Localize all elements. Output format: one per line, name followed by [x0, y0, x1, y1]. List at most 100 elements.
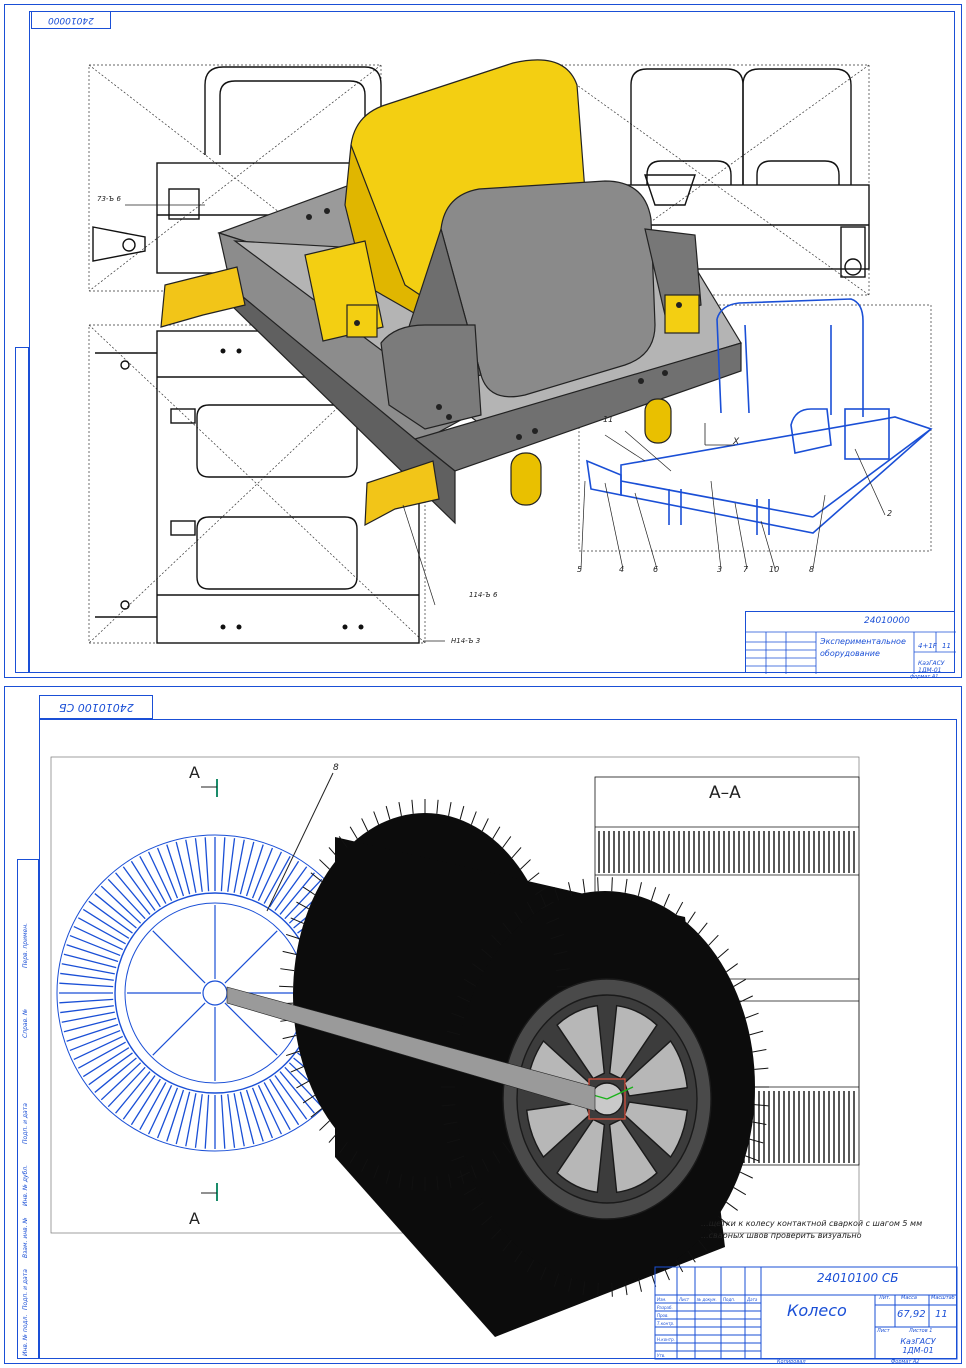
position-number: 2	[887, 509, 893, 518]
stamp-row-label: Н.контр.	[657, 1337, 675, 1342]
stamp-sheets-label: Листов 1	[909, 1328, 933, 1334]
bristle	[245, 1089, 264, 1142]
stamp-row-label: Дата	[747, 1297, 758, 1302]
bristle-tip	[448, 802, 452, 817]
bristle-tip	[436, 799, 439, 814]
bristle	[107, 878, 146, 920]
bristle	[204, 837, 210, 892]
stamp-row-label: Пров.	[657, 1313, 669, 1318]
stamp-row-label: Т.контр.	[657, 1321, 675, 1326]
bristle-tip	[597, 877, 599, 892]
bristle-tip	[745, 1012, 759, 1019]
stamp-row-label: Изм.	[657, 1297, 667, 1302]
stamp-row-label: Лист	[679, 1297, 690, 1302]
stamp-row-label: Разраб.	[657, 1305, 673, 1310]
stamp-sheet-label: Лист	[877, 1328, 890, 1334]
bristle-tip	[650, 887, 657, 901]
bristle-tip	[279, 985, 294, 988]
section-mark-top: А	[189, 763, 200, 782]
bristle-tip	[637, 882, 642, 897]
bristle-tip	[754, 1067, 769, 1070]
spoke	[152, 1002, 206, 1056]
stamp-scale-label: Масштаб	[931, 1295, 955, 1301]
bristle	[66, 1023, 119, 1042]
bristle-tip	[698, 922, 708, 935]
position-number: 7	[743, 565, 749, 574]
bristle-tip	[302, 1094, 316, 1104]
sheet-1-stamp-grid	[746, 631, 956, 674]
stamp-row-label: Подп.	[723, 1297, 736, 1302]
wheel-disc	[502, 978, 712, 1220]
bristle	[245, 844, 264, 897]
note-weld-1: 73-Ъ 6	[97, 195, 121, 203]
sheet-2-drawing	[50, 756, 958, 1360]
position-number: 3	[717, 565, 723, 574]
bristle-tip	[582, 878, 586, 893]
bristle	[220, 837, 226, 892]
bristle	[100, 1062, 142, 1101]
drawing-sheet-1: 24010000 X 73-Ъ 6 114-Ъ 6 Н14-Ъ 3 5 4 6 …	[4, 4, 962, 680]
bristle-tip	[611, 1282, 613, 1297]
bristle-tip	[511, 847, 522, 859]
bristle-tip	[398, 802, 402, 817]
bristle	[107, 1066, 146, 1108]
bristle-tip	[527, 872, 540, 882]
axis-triad	[704, 423, 735, 446]
bristle-tip	[597, 1282, 599, 1297]
spoke	[152, 930, 206, 984]
note-weld-2: 114-Ъ 6	[469, 591, 498, 599]
bristle	[194, 838, 203, 892]
bristle	[59, 982, 114, 988]
bristle-tip	[280, 968, 295, 972]
stamp-org: КазГАСУ 1ДМ-01	[900, 1337, 936, 1355]
bristle-tip	[708, 934, 719, 946]
stamp-format: Формат А2	[891, 1359, 920, 1365]
bristle	[227, 838, 236, 892]
bristle	[166, 844, 185, 897]
stamp-lit-label: Лит.	[879, 1295, 891, 1301]
bristle	[194, 1094, 203, 1148]
bristle-tip	[749, 1138, 764, 1144]
bristle	[60, 972, 114, 981]
bristle-tip	[745, 1155, 759, 1162]
section-mark-bottom: А	[189, 1209, 200, 1228]
sheet-1-format: формат А1	[910, 674, 939, 680]
bristle-tip	[310, 1108, 323, 1118]
bristle-tip	[733, 1187, 747, 1196]
bristle-tip	[752, 1049, 767, 1053]
bristle-tip	[349, 826, 358, 840]
stamp-mass: 67,92	[897, 1309, 926, 1320]
bristle-tip	[663, 893, 670, 907]
bristle-tip	[470, 811, 477, 825]
position-number: 8	[809, 565, 815, 574]
position-number: 11	[603, 415, 614, 424]
position-number: 6	[653, 565, 659, 574]
bristle-tip	[687, 911, 696, 924]
bristle-tip	[373, 811, 380, 825]
bristle-tip	[749, 1030, 764, 1036]
bristle-tip	[385, 805, 391, 820]
stamp-title: Колесо	[787, 1301, 847, 1320]
bristle	[66, 944, 119, 963]
bristle-tip	[502, 836, 512, 849]
axis-x-label: X	[733, 437, 740, 447]
bristle-tip	[459, 805, 465, 820]
stamp-mass-label: Масса	[901, 1295, 917, 1301]
note-weld-3: Н14-Ъ 3	[451, 637, 481, 645]
bristle-tip	[361, 818, 369, 832]
bristle-tip	[319, 1120, 330, 1131]
bristle-tip	[739, 1171, 753, 1179]
bristle-tip	[411, 799, 414, 814]
bristle-tip	[310, 872, 323, 882]
bristle-tip	[754, 1104, 769, 1107]
leader-position-8: 8	[333, 763, 339, 773]
spoke	[224, 930, 278, 984]
bristle-tip	[717, 948, 729, 959]
sheet-1-drawing	[88, 59, 933, 644]
bristle-tip	[624, 878, 628, 893]
stamp-scale: 11	[935, 1309, 948, 1320]
iso-model	[160, 59, 742, 527]
stamp-designation: 24010100 СБ	[817, 1271, 899, 1285]
bristle-tip	[611, 877, 613, 892]
position-number: 5	[577, 565, 583, 574]
